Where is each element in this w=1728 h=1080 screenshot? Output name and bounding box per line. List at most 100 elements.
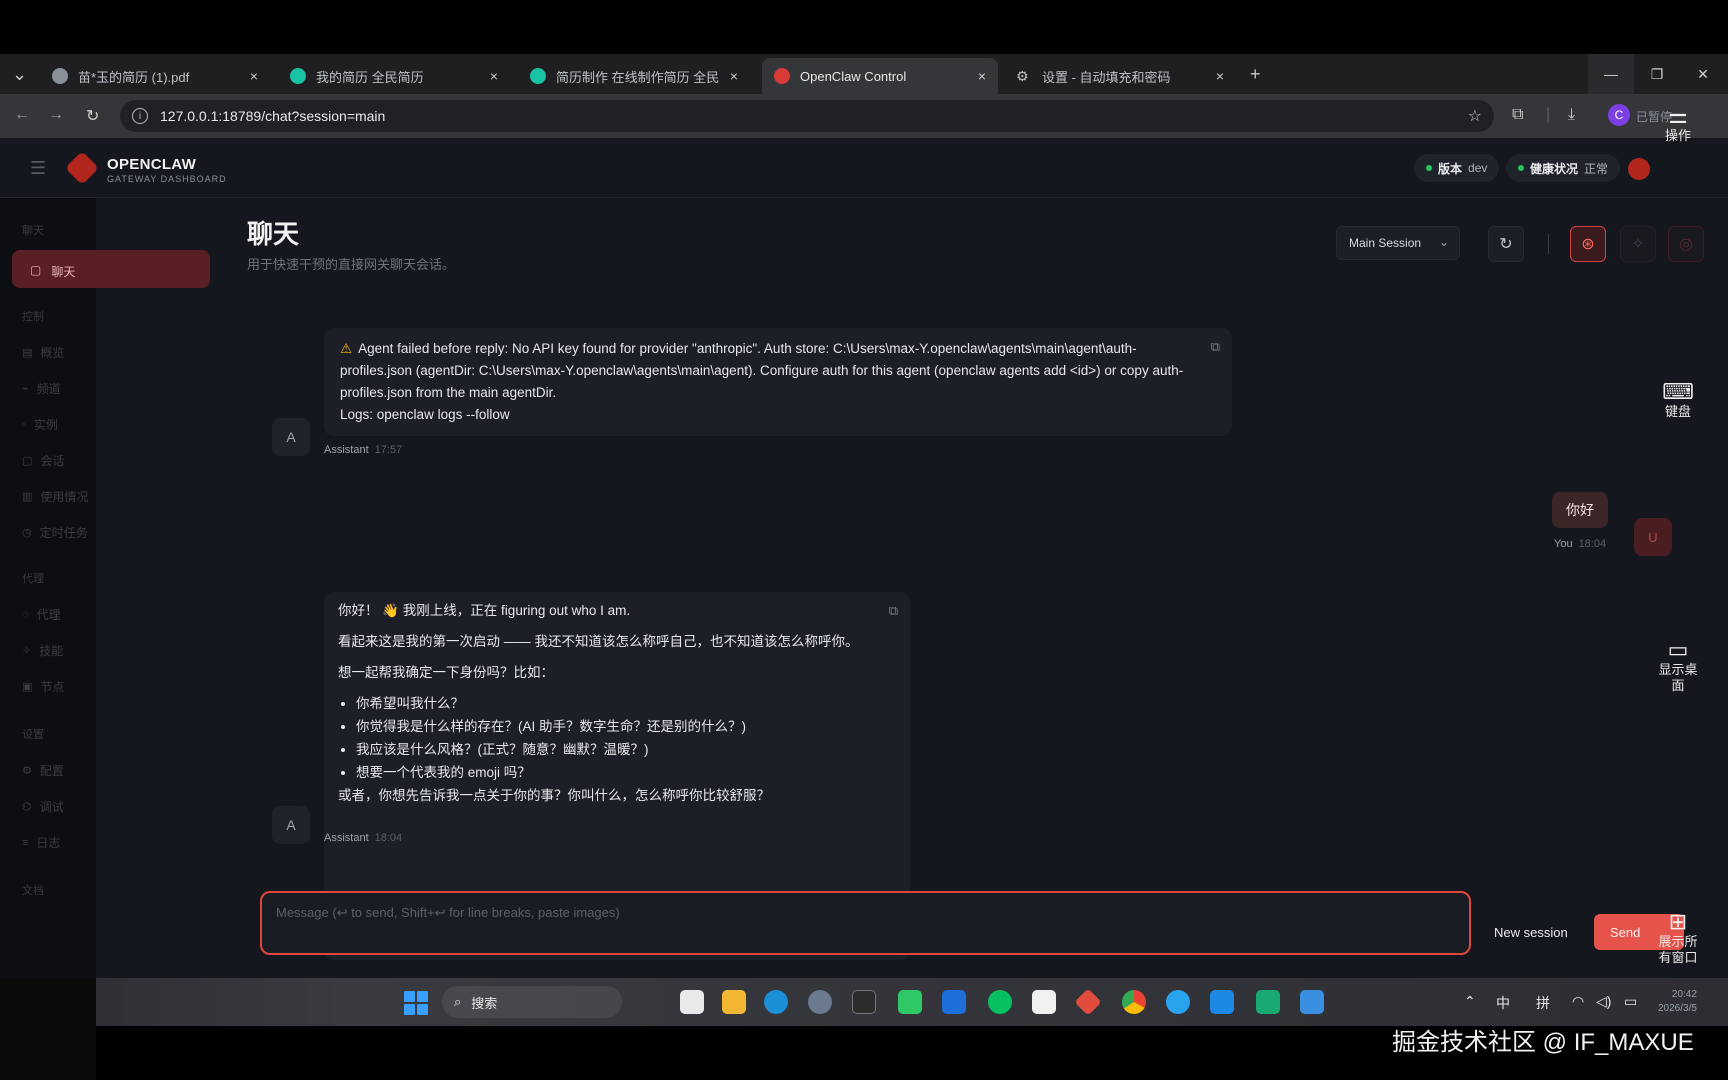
maximize-button[interactable]: ❐ [1634, 54, 1680, 94]
usage-icon: ▥ [22, 491, 33, 503]
browser-toolbar: ← → ↻ i 127.0.0.1:18789/chat?session=mai… [0, 94, 1728, 138]
browser-tab-bar: ⌄ 苗*玉的简历 (1).pdf × 我的简历 全民简历 × 简历制作 在线制作… [0, 54, 1728, 94]
task-view-icon[interactable] [680, 990, 704, 1014]
list-item: 你希望叫我什么？ [356, 693, 870, 715]
extensions-icon[interactable]: ⧉ [1512, 106, 1523, 124]
log-icon: ≡ [22, 836, 29, 849]
app-icon[interactable] [1032, 990, 1056, 1014]
focus-mode-button[interactable]: ⊛ [1570, 226, 1606, 262]
tab-list-button[interactable]: ⌄ [12, 64, 27, 85]
close-window-button[interactable]: ✕ [1680, 54, 1726, 94]
greeting-line: 想一起帮我确定一下身份吗？比如： [338, 665, 554, 680]
wifi-icon[interactable]: ◠ [1572, 993, 1584, 1010]
file-explorer-icon[interactable] [722, 990, 746, 1014]
bookmark-star-icon[interactable]: ☆ [1468, 106, 1482, 126]
app-icon[interactable] [898, 990, 922, 1014]
openclaw-icon [774, 68, 790, 84]
list-item: 我应该是什么风格？(正式？随意？幽默？温暖？) [356, 739, 870, 761]
tab-resume-maker[interactable]: 简历制作 在线制作简历 全民简 × [518, 58, 750, 94]
minimize-button[interactable]: — [1588, 54, 1634, 94]
address-bar[interactable]: i 127.0.0.1:18789/chat?session=main ☆ [120, 100, 1494, 132]
chrome-icon[interactable] [1122, 990, 1146, 1014]
tab-openclaw-control[interactable]: OpenClaw Control × [762, 58, 998, 94]
app-icon[interactable] [1166, 990, 1190, 1014]
agent-icon: ◌ [22, 608, 29, 621]
sidebar-item-channels[interactable]: ⌁ 频道 [22, 380, 61, 397]
app-icon[interactable] [1074, 988, 1102, 1016]
sidebar-item-nodes[interactable]: ▣ 节点 [22, 678, 64, 695]
show-desktop-button[interactable]: ▭ 显示桌面 [1628, 639, 1728, 694]
tab-settings-autofill[interactable]: ⚙ 设置 - 自动填充和密码 × [1004, 58, 1236, 94]
close-icon[interactable]: × [978, 68, 986, 84]
chevron-down-icon: ⌄ [1438, 235, 1449, 249]
taskbar-clock[interactable]: 20:42 2026/3/5 [1658, 988, 1697, 1016]
app-icon[interactable] [1210, 990, 1234, 1014]
sidebar-item-instances[interactable]: ◦ 实例 [22, 416, 58, 433]
url-text[interactable]: 127.0.0.1:18789/chat?session=main [160, 108, 385, 124]
battery-icon[interactable]: ▭ [1624, 993, 1637, 1010]
sidebar-item-sessions[interactable]: ▢ 会话 [22, 452, 64, 469]
tab-my-resume[interactable]: 我的简历 全民简历 × [278, 58, 510, 94]
message-meta: Assistant 17:57 [324, 444, 402, 456]
volume-icon[interactable]: ◁) [1596, 993, 1611, 1010]
terminal-icon[interactable] [852, 990, 876, 1014]
app-icon[interactable] [1300, 990, 1324, 1014]
assistant-avatar: A [272, 806, 310, 844]
chevron-up-icon[interactable]: ⌃ [1464, 993, 1476, 1010]
ime-indicator[interactable]: 中 [1496, 993, 1510, 1013]
app-icon[interactable] [942, 990, 966, 1014]
copy-icon[interactable]: ⧉ [1211, 336, 1220, 358]
instance-icon: ◦ [22, 418, 26, 431]
message-input-placeholder: Message (↩ to send, Shift+↩ for line bre… [276, 905, 620, 920]
pdf-icon [52, 68, 68, 84]
sidebar-item-usage[interactable]: ▥ 使用情况 [22, 488, 88, 505]
taskbar-search[interactable]: ⌕ 搜索 [442, 986, 622, 1018]
sidebar-item-overview[interactable]: ▤ 概览 [22, 344, 64, 361]
sidebar-item-cron[interactable]: ◷ 定时任务 [22, 524, 88, 541]
brand-subtitle: GATEWAY DASHBOARD [107, 174, 227, 184]
show-all-windows-button[interactable]: ⊞ 展示所有窗口 [1628, 909, 1728, 966]
ime-mode[interactable]: 拼 [1536, 993, 1550, 1013]
debug-icon: ⌬ [22, 801, 32, 813]
back-icon[interactable]: ← [14, 106, 30, 124]
operation-button[interactable]: ⚌ 操作 [1628, 105, 1728, 144]
wechat-icon[interactable] [988, 990, 1012, 1014]
forward-icon[interactable]: → [48, 106, 64, 124]
app-icon[interactable] [1256, 990, 1280, 1014]
session-select[interactable]: Main Session ⌄ [1336, 226, 1460, 260]
refresh-button[interactable]: ↻ [1488, 226, 1524, 262]
settings-app-icon[interactable] [808, 990, 832, 1014]
tab-resume-pdf[interactable]: 苗*玉的简历 (1).pdf × [40, 58, 270, 94]
windows-start-icon[interactable] [404, 991, 428, 1015]
sidebar-item-debug[interactable]: ⌬ 调试 [22, 798, 64, 815]
taskbar-search-label: 搜索 [471, 995, 498, 1011]
search-icon: ⌕ [454, 994, 462, 1009]
close-icon[interactable]: × [730, 68, 738, 84]
message-input[interactable]: Message (↩ to send, Shift+↩ for line bre… [260, 891, 1471, 955]
windows-grid-icon: ⊞ [1668, 909, 1688, 934]
profile-avatar[interactable]: C [1608, 104, 1630, 126]
new-session-button[interactable]: New session [1480, 914, 1582, 950]
reload-icon[interactable]: ↻ [86, 106, 99, 126]
sidebar-item-agents[interactable]: ◌ 代理 [22, 606, 61, 623]
close-icon[interactable]: × [1216, 68, 1224, 84]
sidebar-item-config[interactable]: ⚙ 配置 [22, 762, 64, 779]
greeting-line: 看起来这是我的第一次启动 —— 我还不知道该怎么称呼自己，也不知道该怎么称呼你。 [338, 634, 859, 649]
site-info-icon[interactable]: i [132, 108, 148, 124]
greeting-line: 你好！ 👋 我刚上线，正在 figuring out who I am. [338, 603, 631, 618]
tab-title: 苗*玉的简历 (1).pdf [78, 69, 190, 85]
sidebar-item-logs[interactable]: ≡ 日志 [22, 834, 60, 851]
download-icon[interactable]: ⤓ [1568, 106, 1575, 124]
refresh-icon: ↻ [1499, 236, 1513, 253]
keyboard-button[interactable]: ⌨ 键盘 [1628, 381, 1728, 420]
menu-icon[interactable]: ☰ [30, 158, 46, 179]
close-icon[interactable]: × [490, 68, 498, 84]
sidebar: 聊天 控制 ▤ 概览 ⌁ 频道 ◦ 实例 ▢ 会话 ▥ 使用情况 ◷ 定时任务 代理 ◌ 代理… [0, 198, 96, 978]
show-all-windows-label: 展示所有窗口 [1658, 934, 1698, 965]
close-icon[interactable]: × [250, 68, 258, 84]
new-tab-button[interactable]: + [1250, 64, 1261, 85]
copy-icon[interactable]: ⧉ [889, 600, 898, 622]
sidebar-item-skills[interactable]: ✧ 技能 [22, 642, 63, 659]
edge-icon[interactable] [764, 990, 788, 1014]
sidebar-group-docs: 文档 [22, 885, 44, 897]
